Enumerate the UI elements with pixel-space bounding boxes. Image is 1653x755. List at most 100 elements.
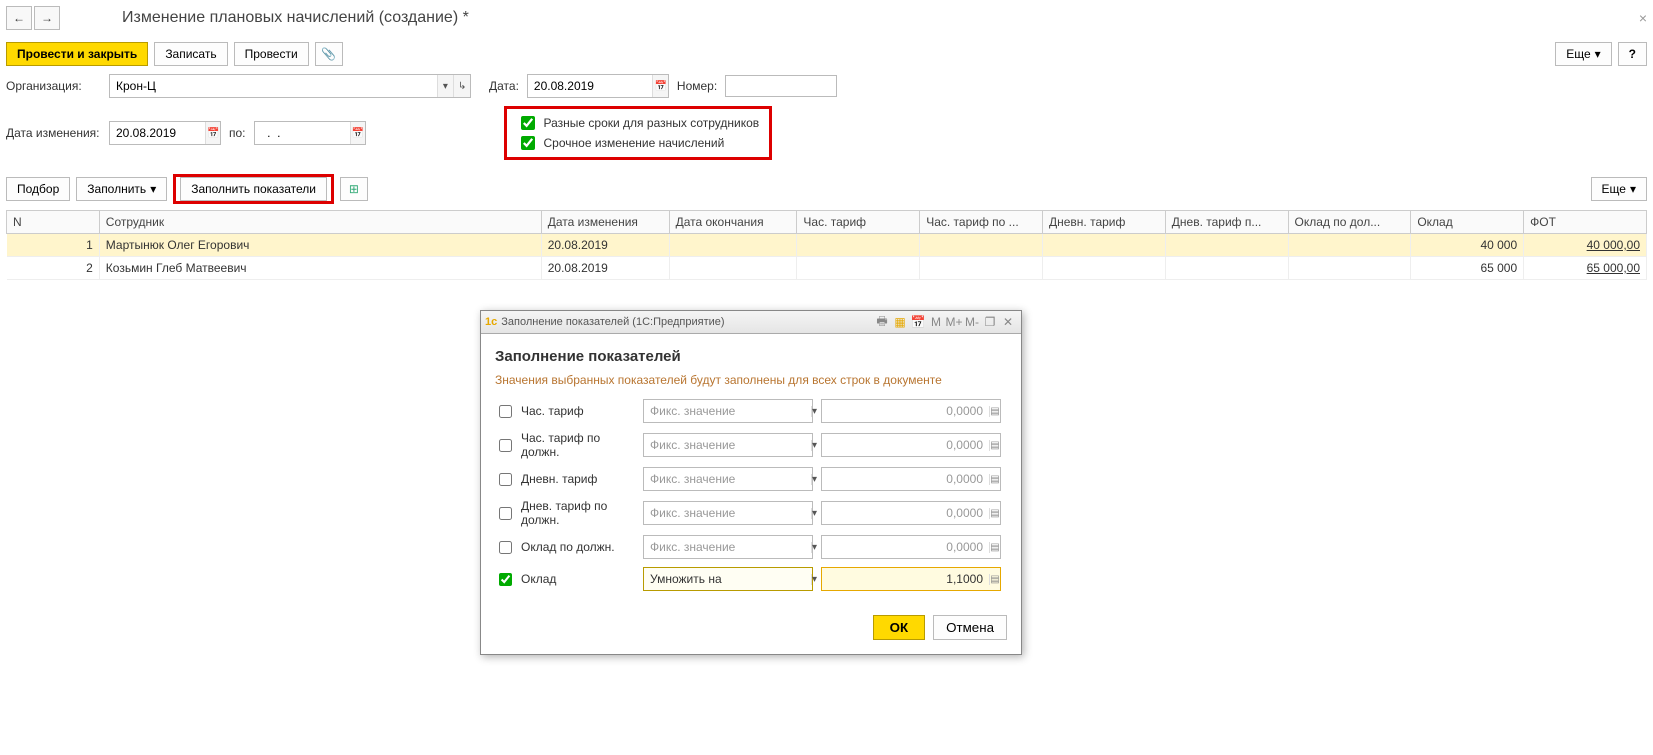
table-more-button[interactable]: Еще ▾ (1591, 177, 1647, 201)
mode-select[interactable]: ▾ (643, 535, 813, 559)
col-end-date[interactable]: Дата окончания (669, 211, 797, 234)
chevron-down-icon[interactable]: ▾ (811, 440, 817, 451)
pick-button[interactable]: Подбор (6, 177, 70, 201)
mode-input[interactable] (644, 472, 811, 486)
col-change-date[interactable]: Дата изменения (541, 211, 669, 234)
col-hour-tariff[interactable]: Час. тариф (797, 211, 920, 234)
more-button[interactable]: Еще ▾ (1555, 42, 1611, 66)
calculator-icon[interactable]: ▤ (989, 474, 1000, 485)
col-salary[interactable]: Оклад (1411, 211, 1524, 234)
mode-input[interactable] (644, 572, 811, 586)
table-tool-button[interactable]: ⊞ (340, 177, 368, 201)
date-input[interactable] (528, 76, 653, 96)
value-input[interactable] (822, 506, 989, 520)
to-date-input[interactable] (255, 123, 350, 143)
value-input-group[interactable]: ▤ (821, 399, 1001, 423)
fill-indicators-button[interactable]: Заполнить показатели (180, 177, 327, 201)
calculator-icon[interactable]: ▤ (989, 542, 1000, 553)
value-input-group[interactable]: ▤ (821, 433, 1001, 457)
col-hour-tariff-pos[interactable]: Час. тариф по ... (920, 211, 1043, 234)
value-input-group[interactable]: ▤ (821, 535, 1001, 559)
mode-select[interactable]: ▾ (643, 399, 813, 423)
post-and-close-button[interactable]: Провести и закрыть (6, 42, 148, 66)
mode-input[interactable] (644, 506, 811, 520)
col-day-tariff-pos[interactable]: Днев. тариф п... (1165, 211, 1288, 234)
m-minus-icon[interactable]: M- (964, 314, 980, 330)
value-input[interactable] (822, 472, 989, 486)
value-input[interactable] (822, 404, 989, 418)
org-label: Организация: (6, 79, 101, 93)
chevron-down-icon[interactable]: ▾ (811, 406, 817, 417)
chevron-down-icon[interactable]: ▾ (811, 474, 817, 485)
chevron-down-icon[interactable]: ▾ (811, 574, 817, 585)
value-input-group[interactable]: ▤ (821, 501, 1001, 525)
cell-day-tariff (1042, 257, 1165, 280)
mode-select[interactable]: ▾ (643, 433, 813, 457)
calendar-icon[interactable]: 📅 (205, 122, 220, 144)
date-label: Дата: (489, 79, 519, 93)
write-button[interactable]: Записать (154, 42, 227, 66)
help-button[interactable]: ? (1618, 42, 1647, 66)
mode-input[interactable] (644, 438, 811, 452)
cell-fot: 65 000,00 (1524, 257, 1647, 280)
close-dialog-icon[interactable]: ✕ (1000, 314, 1016, 330)
indicator-checkbox[interactable] (499, 473, 512, 486)
urgent-checkbox[interactable] (521, 136, 535, 150)
table-row[interactable]: 2Козьмин Глеб Матвеевич20.08.201965 0006… (7, 257, 1647, 280)
mode-select[interactable]: ▾ (643, 567, 813, 591)
mode-input[interactable] (644, 540, 811, 554)
mode-select[interactable]: ▾ (643, 501, 813, 525)
calculator-icon[interactable]: ▤ (989, 574, 1000, 585)
calendar-icon[interactable]: 📅 (652, 75, 667, 97)
value-input-group[interactable]: ▤ (821, 467, 1001, 491)
mode-select[interactable]: ▾ (643, 467, 813, 491)
attach-button[interactable]: 📎 (315, 42, 343, 66)
cell-n: 1 (7, 234, 100, 257)
nav-back-button[interactable]: ← (6, 6, 32, 30)
value-input[interactable] (822, 540, 989, 554)
diff-dates-checkbox[interactable] (521, 116, 535, 130)
value-input[interactable] (822, 438, 989, 452)
dialog-ok-button[interactable]: ОК (873, 615, 926, 640)
close-icon[interactable]: × (1639, 10, 1647, 26)
calculator-icon[interactable]: ▤ (989, 406, 1000, 417)
post-button[interactable]: Провести (234, 42, 309, 66)
indicator-checkbox[interactable] (499, 405, 512, 418)
indicator-checkbox[interactable] (499, 541, 512, 554)
table-row[interactable]: 1Мартынюк Олег Егорович20.08.201940 0004… (7, 234, 1647, 257)
indicator-checkbox[interactable] (499, 507, 512, 520)
fill-button[interactable]: Заполнить ▾ (76, 177, 167, 201)
col-day-tariff[interactable]: Дневн. тариф (1042, 211, 1165, 234)
page-title: Изменение плановых начислений (создание)… (122, 9, 469, 27)
org-input[interactable] (110, 76, 437, 96)
dialog-cancel-button[interactable]: Отмена (933, 615, 1007, 640)
number-input[interactable] (726, 76, 836, 96)
org-dropdown-icon[interactable]: ▾ (437, 75, 454, 97)
chevron-down-icon[interactable]: ▾ (811, 508, 817, 519)
indicator-checkbox[interactable] (499, 439, 512, 452)
cell-end-date (669, 234, 797, 257)
indicator-checkbox[interactable] (499, 573, 512, 586)
paperclip-icon: 📎 (321, 47, 336, 61)
calendar-icon[interactable]: 📅 (350, 122, 365, 144)
chevron-down-icon[interactable]: ▾ (811, 542, 817, 553)
col-n[interactable]: N (7, 211, 100, 234)
value-input[interactable] (822, 572, 989, 586)
print-icon[interactable]: 🖶 (874, 314, 890, 330)
cell-change-date: 20.08.2019 (541, 257, 669, 280)
col-employee[interactable]: Сотрудник (99, 211, 541, 234)
col-salary-pos[interactable]: Оклад по дол... (1288, 211, 1411, 234)
change-date-input[interactable] (110, 123, 205, 143)
window-restore-icon[interactable]: ❐ (982, 314, 998, 330)
grid-icon[interactable]: ▦ (892, 314, 908, 330)
mode-input[interactable] (644, 404, 811, 418)
calendar-small-icon[interactable]: 📅 (910, 314, 926, 330)
m-plus-icon[interactable]: M+ (946, 314, 962, 330)
org-open-icon[interactable]: ↳ (453, 75, 470, 97)
col-fot[interactable]: ФОТ (1524, 211, 1647, 234)
calculator-icon[interactable]: ▤ (989, 440, 1000, 451)
value-input-group[interactable]: ▤ (821, 567, 1001, 591)
calculator-icon[interactable]: ▤ (989, 508, 1000, 519)
nav-forward-button[interactable]: → (34, 6, 60, 30)
m-icon[interactable]: M (928, 314, 944, 330)
